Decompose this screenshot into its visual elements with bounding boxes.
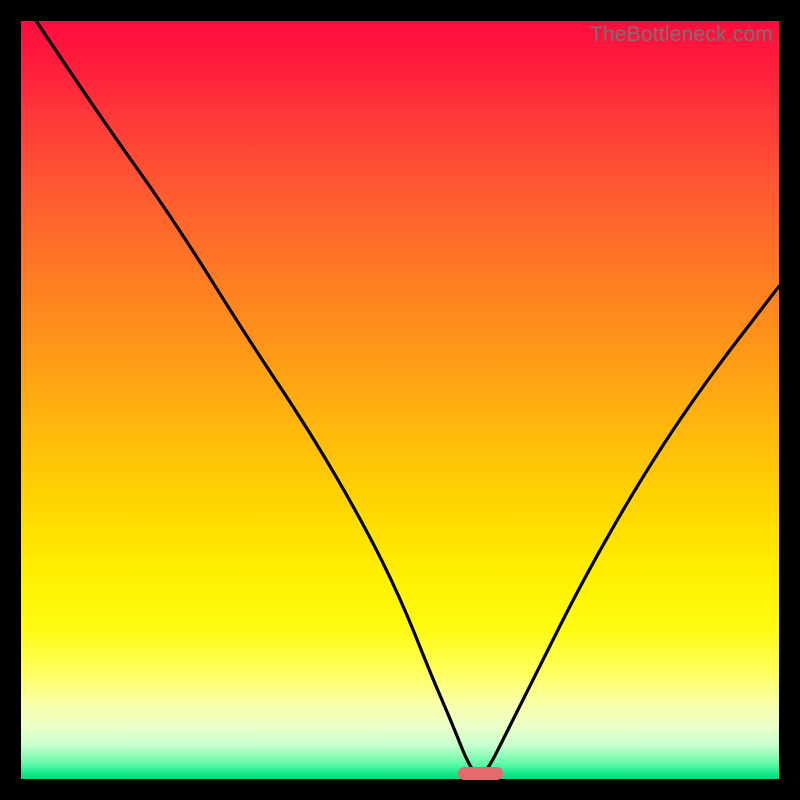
watermark-text: TheBottleneck.com: [590, 23, 773, 47]
bottleneck-curve: [21, 21, 779, 779]
chart-frame: TheBottleneck.com: [0, 0, 800, 800]
plot-area: TheBottleneck.com: [21, 21, 779, 779]
optimal-marker: [458, 767, 503, 780]
